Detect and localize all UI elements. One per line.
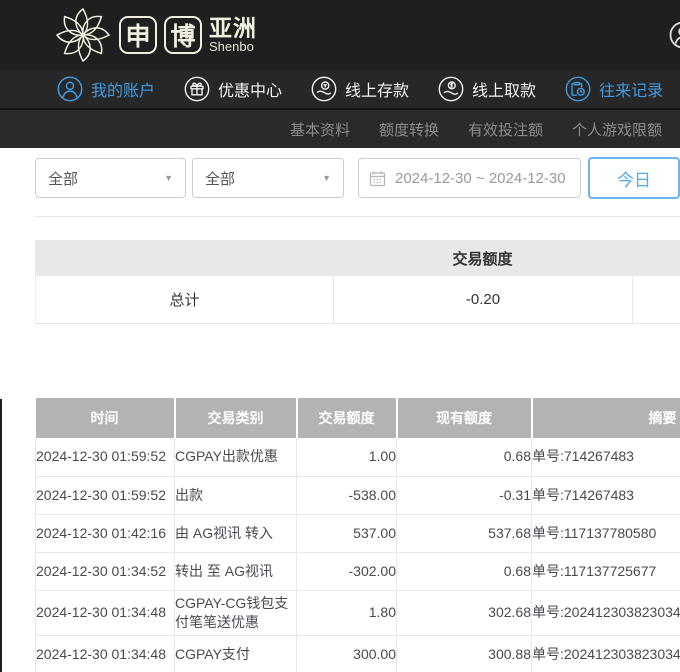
calendar-icon [369, 170, 386, 187]
cell-amount: 1.00 [297, 438, 397, 476]
logo-char-box: 申 [119, 16, 157, 54]
cell-amount: 537.00 [297, 514, 397, 552]
nav-item-online-deposit[interactable]: 线上存款 [311, 76, 409, 102]
cell-balance: 537.68 [397, 514, 532, 552]
nav-item-my-account[interactable]: 我的账户 [57, 76, 155, 102]
cell-summary: 单号:714267483 [532, 476, 680, 514]
subnav-item-personal-game-limit[interactable]: 个人游戏限额 [572, 119, 662, 140]
section-divider [35, 216, 680, 217]
cell-balance: -0.31 [397, 476, 532, 514]
nav-item-label: 我的账户 [91, 77, 155, 101]
cell-type: CGPAY支付 [175, 635, 297, 672]
logo-region-text: 亚洲 [209, 16, 257, 40]
column-header-time: 时间 [36, 398, 175, 438]
cell-type: 转出 至 AG视讯 [175, 552, 297, 590]
app-header: 申 博 亚洲 Shenbo [0, 0, 680, 70]
coin-hand-icon [311, 76, 337, 102]
summary-header-amount: 交易额度 [333, 240, 632, 276]
cell-summary: 单号:202412303823034 [532, 635, 680, 672]
table-row: 2024-12-30 01:34:52 转出 至 AG视讯 -302.00 0.… [36, 552, 680, 590]
user-avatar-icon[interactable] [669, 21, 680, 49]
transaction-category-select[interactable]: 全部 ▼ [192, 158, 344, 198]
table-row: 2024-12-30 01:59:52 CGPAY出款优惠 1.00 0.68 … [36, 438, 680, 476]
chevron-down-icon: ▼ [164, 173, 173, 183]
cell-amount: 1.80 [297, 590, 397, 635]
cell-balance: 300.88 [397, 635, 532, 672]
nav-item-label: 优惠中心 [218, 77, 282, 101]
summary-table: 交易额度 总计 -0.20 [35, 240, 680, 324]
filter-bar: 全部 ▼ 全部 ▼ 2024-12-30 ~ 2024-12-30 今日 [35, 158, 680, 198]
cell-time: 2024-12-30 01:42:16 [36, 514, 175, 552]
records-clipboard-icon [565, 76, 591, 102]
subnav-item-credit-transfer[interactable]: 额度转换 [379, 119, 439, 140]
summary-header-row: 交易额度 [35, 240, 680, 276]
viewport-left-edge [0, 399, 2, 672]
nav-item-transaction-records[interactable]: 往来记录 [565, 76, 663, 102]
account-subnav: 基本资料 额度转换 有效投注额 个人游戏限额 [0, 110, 680, 148]
summary-total-row: 总计 -0.20 [35, 276, 680, 324]
money-hand-icon [438, 76, 464, 102]
brand-logo[interactable]: 申 博 亚洲 Shenbo [54, 6, 257, 64]
summary-header-empty [35, 240, 333, 276]
main-nav: 我的账户 优惠中心 线上存款 [0, 70, 680, 110]
cell-amount: 300.00 [297, 635, 397, 672]
cell-type: 由 AG视讯 转入 [175, 514, 297, 552]
cell-type: 出款 [175, 476, 297, 514]
cell-summary: 单号:117137780580 [532, 514, 680, 552]
nav-item-label: 往来记录 [599, 77, 663, 101]
cell-time: 2024-12-30 01:34:52 [36, 552, 175, 590]
column-header-summary: 摘要 [532, 398, 680, 438]
nav-item-online-withdrawal[interactable]: 线上取款 [438, 76, 536, 102]
logo-name-en: Shenbo [209, 40, 257, 54]
today-button[interactable]: 今日 [588, 157, 680, 199]
subnav-item-basic-info[interactable]: 基本资料 [290, 119, 350, 140]
table-row: 2024-12-30 01:34:48 CGPAY支付 300.00 300.8… [36, 635, 680, 672]
page-root: 申 博 亚洲 Shenbo 我的账户 [0, 0, 680, 672]
cell-time: 2024-12-30 01:34:48 [36, 590, 175, 635]
summary-total-label: 总计 [36, 276, 334, 323]
table-row: 2024-12-30 01:34:48 CGPAY-CG钱包支付笔笔送优惠 1.… [36, 590, 680, 635]
summary-header-empty [632, 240, 680, 276]
select-value: 全部 [205, 168, 235, 189]
select-value: 全部 [48, 168, 78, 189]
flower-logo-icon [54, 6, 112, 64]
cell-time: 2024-12-30 01:34:48 [36, 635, 175, 672]
cell-balance: 0.68 [397, 438, 532, 476]
nav-item-label: 线上取款 [472, 77, 536, 101]
cell-summary: 单号:202412303823034 [532, 590, 680, 635]
cell-time: 2024-12-30 01:59:52 [36, 438, 175, 476]
cell-amount: -538.00 [297, 476, 397, 514]
cell-balance: 0.68 [397, 552, 532, 590]
cell-summary: 单号:117137725677 [532, 552, 680, 590]
cell-summary: 单号:714267483 [532, 438, 680, 476]
transactions-table: 时间 交易类别 交易额度 现有额度 摘要 2024-12-30 01:59:52… [35, 398, 680, 672]
chevron-down-icon: ▼ [322, 173, 331, 183]
column-header-amount: 交易额度 [297, 398, 397, 438]
table-row: 2024-12-30 01:59:52 出款 -538.00 -0.31 单号:… [36, 476, 680, 514]
transaction-type-select[interactable]: 全部 ▼ [35, 158, 186, 198]
date-range-value: 2024-12-30 ~ 2024-12-30 [395, 170, 566, 187]
summary-empty-cell [633, 276, 680, 323]
summary-total-amount: -0.20 [334, 276, 633, 323]
cell-balance: 302.68 [397, 590, 532, 635]
date-range-input[interactable]: 2024-12-30 ~ 2024-12-30 [358, 158, 581, 198]
column-header-balance: 现有额度 [397, 398, 532, 438]
table-row: 2024-12-30 01:42:16 由 AG视讯 转入 537.00 537… [36, 514, 680, 552]
user-icon [57, 76, 83, 102]
cell-type: CGPAY出款优惠 [175, 438, 297, 476]
cell-time: 2024-12-30 01:59:52 [36, 476, 175, 514]
nav-item-promotions[interactable]: 优惠中心 [184, 76, 282, 102]
column-header-type: 交易类别 [175, 398, 297, 438]
table-header-row: 时间 交易类别 交易额度 现有额度 摘要 [36, 398, 680, 438]
cell-amount: -302.00 [297, 552, 397, 590]
nav-item-label: 线上存款 [345, 77, 409, 101]
logo-char-box: 博 [164, 16, 202, 54]
cell-type: CGPAY-CG钱包支付笔笔送优惠 [175, 590, 297, 635]
subnav-item-valid-bets[interactable]: 有效投注额 [468, 119, 543, 140]
gift-icon [184, 76, 210, 102]
